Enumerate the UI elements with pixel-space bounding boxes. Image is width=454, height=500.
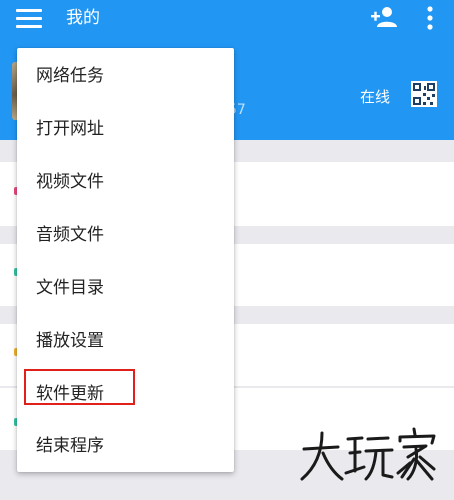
watermark-logo [300,427,436,481]
menu-icon[interactable] [16,6,42,30]
menu-item-open-url[interactable]: 打开网址 [17,103,234,156]
menu-item-file-directory[interactable]: 文件目录 [17,262,234,315]
menu-item-label: 打开网址 [36,119,104,139]
menu-item-software-update[interactable]: 软件更新 [17,368,234,421]
qr-code-icon[interactable] [411,81,437,107]
page-title: 我的 [66,8,100,28]
menu-item-video-files[interactable]: 视频文件 [17,156,234,209]
status-label: 在线 [360,88,391,106]
more-vert-icon[interactable] [420,4,440,32]
popup-menu: 网络任务 打开网址 视频文件 音频文件 文件目录 播放设置 软件更新 结束程序 [17,48,234,472]
menu-item-audio-files[interactable]: 音频文件 [17,209,234,262]
menu-item-network-tasks[interactable]: 网络任务 [17,50,234,103]
menu-item-label: 音频文件 [36,225,104,245]
menu-item-label: 软件更新 [36,384,104,404]
menu-item-label: 结束程序 [36,436,104,456]
menu-item-playback-settings[interactable]: 播放设置 [17,315,234,368]
menu-item-label: 播放设置 [36,331,104,351]
menu-item-label: 网络任务 [36,66,104,86]
add-user-icon[interactable] [370,5,398,29]
menu-item-label: 视频文件 [36,172,104,192]
menu-item-label: 文件目录 [36,278,104,298]
menu-item-exit-program[interactable]: 结束程序 [17,420,234,473]
